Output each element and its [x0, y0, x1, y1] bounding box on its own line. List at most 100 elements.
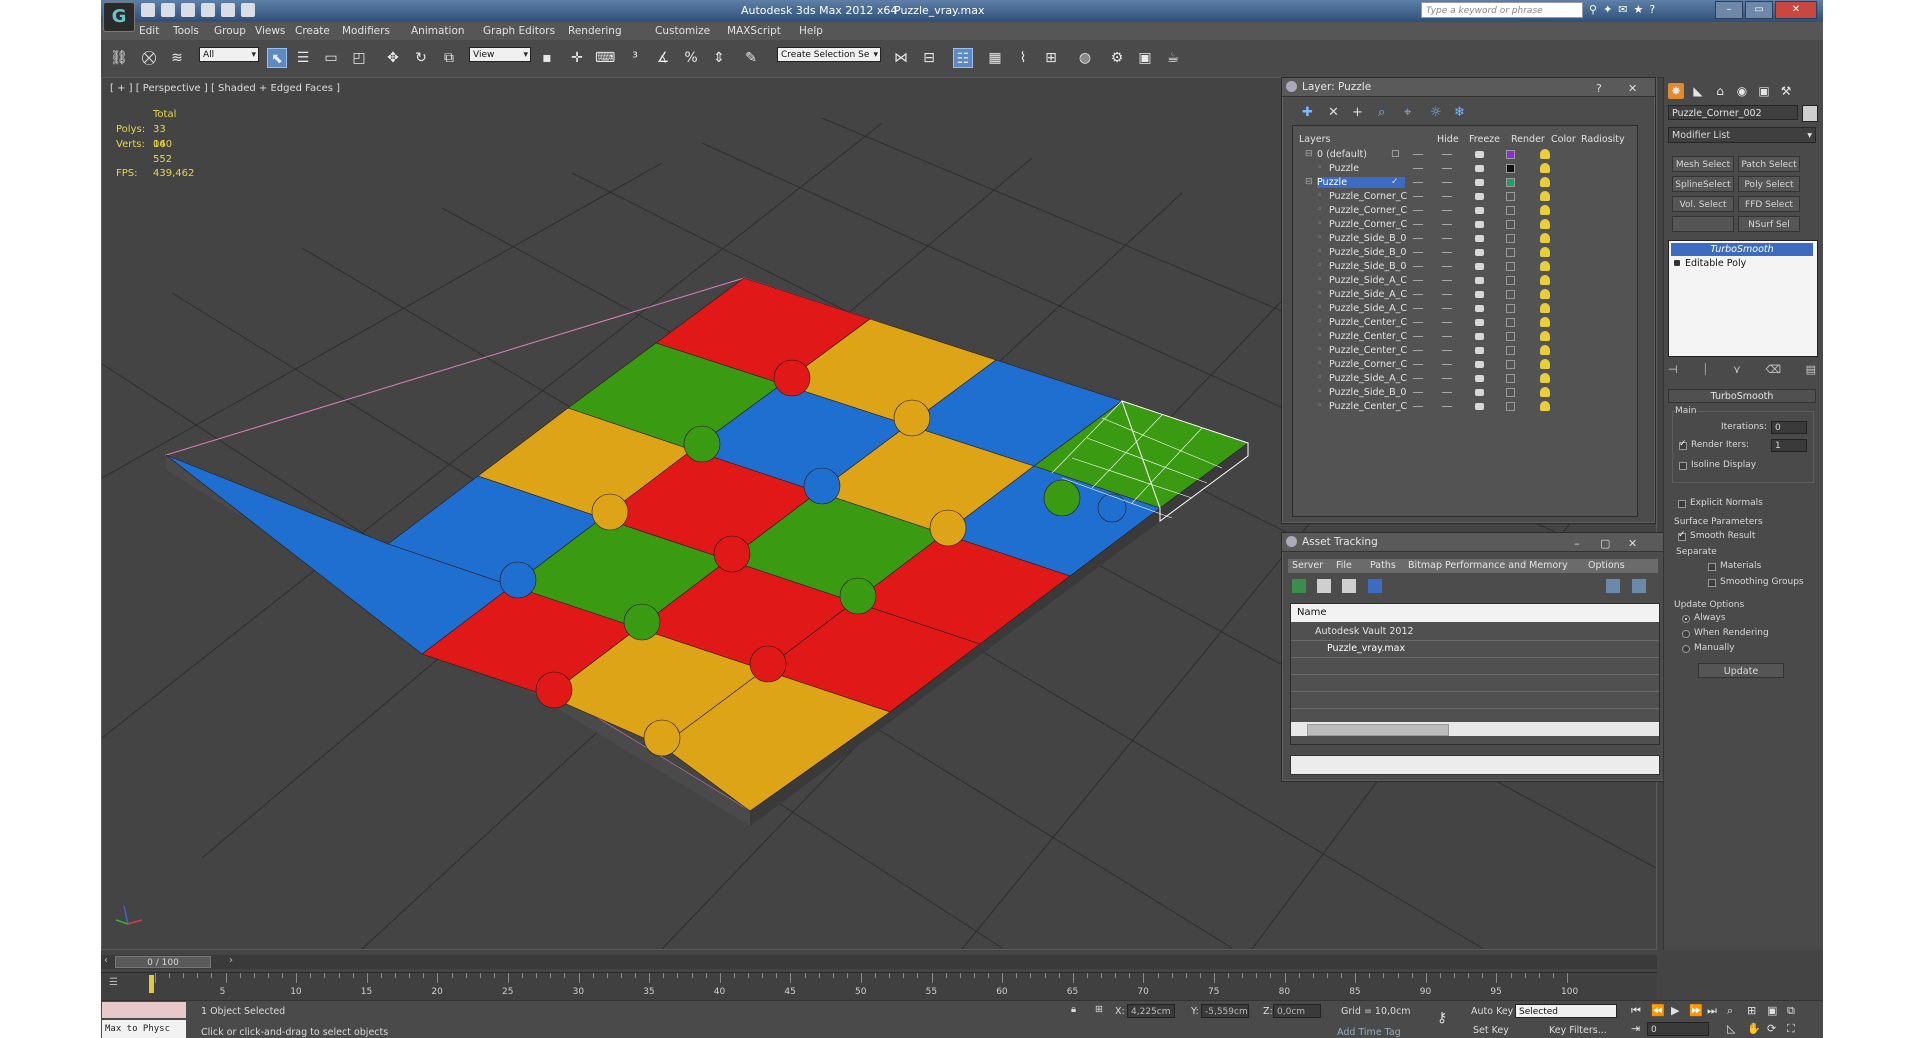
object-icon[interactable]: ◦	[1317, 345, 1322, 355]
help-icon[interactable]: ?	[1649, 3, 1655, 16]
play-icon[interactable]: ▶	[1671, 1004, 1679, 1017]
modify-tab-icon[interactable]: ◣	[1690, 83, 1706, 99]
layer-row[interactable]: Puzzle ⊟ ✓	[1293, 176, 1637, 190]
layer-row[interactable]: Puzzle_Side_B_0 ◦	[1293, 386, 1637, 400]
hide-toggle[interactable]	[1413, 308, 1423, 309]
render-teapot-icon[interactable]	[1475, 193, 1484, 200]
hide-toggle[interactable]	[1413, 252, 1423, 253]
freeze-toggle[interactable]	[1442, 154, 1452, 155]
curve-editor-icon[interactable]: ⌇	[1013, 48, 1033, 68]
menu-help[interactable]: Help	[799, 25, 823, 37]
layer-color-swatch[interactable]	[1506, 332, 1515, 341]
render-teapot-icon[interactable]	[1475, 235, 1484, 242]
layer-name[interactable]: Puzzle_Side_A_C	[1329, 289, 1417, 300]
maxscript-listener-top[interactable]	[102, 1002, 186, 1018]
pivot-center-icon[interactable]: ▪	[537, 48, 557, 68]
percent-snap-icon[interactable]: %	[681, 48, 701, 68]
scrollbar-thumb[interactable]	[1307, 724, 1449, 736]
layer-color-swatch[interactable]	[1506, 346, 1515, 355]
when-rendering-radio[interactable]	[1682, 630, 1690, 638]
layer-color-swatch[interactable]	[1506, 304, 1515, 313]
mirror-icon[interactable]: ⋈	[891, 48, 911, 68]
layer-name[interactable]: Puzzle_Side_B_0	[1329, 247, 1417, 258]
expand-icon[interactable]	[1674, 260, 1680, 266]
freeze-toggle[interactable]	[1442, 280, 1452, 281]
layer-name[interactable]: Puzzle_Center_C	[1329, 401, 1417, 412]
select-and-manipulate-icon[interactable]: ✛	[567, 48, 587, 68]
layer-help-icon[interactable]: ?	[1596, 80, 1602, 98]
col-radiosity[interactable]: Radiosity	[1581, 134, 1625, 145]
menu-group[interactable]: Group	[214, 25, 246, 37]
prev-frame-icon[interactable]: ‹	[104, 955, 108, 966]
asset-menu-options[interactable]: Options	[1588, 560, 1625, 571]
render-setup-icon[interactable]: ⚙	[1107, 48, 1127, 68]
rectangular-selection-icon[interactable]: ▭	[321, 48, 341, 68]
object-icon[interactable]: ◦	[1317, 191, 1322, 201]
z-coordinate-field[interactable]: 0,0cm	[1273, 1004, 1321, 1018]
hide-toggle[interactable]	[1413, 294, 1423, 295]
object-icon[interactable]: ◦	[1317, 233, 1322, 243]
radiosity-icon[interactable]	[1540, 219, 1550, 229]
zoom-extents-icon[interactable]: ▣	[1767, 1004, 1777, 1017]
freeze-toggle[interactable]	[1442, 308, 1452, 309]
freeze-toggle[interactable]	[1442, 238, 1452, 239]
layer-name[interactable]: Puzzle_Center_C	[1329, 317, 1417, 328]
freeze-toggle[interactable]	[1442, 196, 1452, 197]
vol-select-button[interactable]: Vol. Select	[1672, 196, 1734, 212]
render-teapot-icon[interactable]	[1475, 179, 1484, 186]
stack-item-turbosmooth[interactable]: TurboSmooth	[1671, 243, 1813, 256]
select-highlighted-icon[interactable]: ⌕	[1378, 105, 1385, 120]
layer-color-swatch[interactable]	[1506, 178, 1515, 187]
hide-toggle[interactable]	[1413, 196, 1423, 197]
nsurf-sel-button[interactable]: NSurf Sel	[1738, 216, 1800, 232]
patch-select-button[interactable]: Patch Select	[1738, 156, 1800, 172]
render-teapot-icon[interactable]	[1475, 291, 1484, 298]
render-teapot-icon[interactable]	[1475, 277, 1484, 284]
freeze-toggle[interactable]	[1442, 392, 1452, 393]
x-coordinate-field[interactable]: 4,225cm	[1127, 1004, 1175, 1018]
object-icon[interactable]: ◦	[1317, 275, 1322, 285]
motion-tab-icon[interactable]: ◉	[1734, 83, 1750, 99]
render-teapot-icon[interactable]	[1475, 333, 1484, 340]
layer-row[interactable]: Puzzle_Side_A_C ◦	[1293, 302, 1637, 316]
hide-toggle[interactable]	[1413, 266, 1423, 267]
radiosity-icon[interactable]	[1540, 401, 1550, 411]
menu-tools[interactable]: Tools	[173, 25, 199, 37]
radiosity-icon[interactable]	[1540, 289, 1550, 299]
layer-name[interactable]: Puzzle_Corner_C	[1329, 359, 1417, 370]
mesh-select-button[interactable]: Mesh Select	[1672, 156, 1734, 172]
key-filters-button[interactable]: Key Filters...	[1549, 1025, 1607, 1036]
render-teapot-icon[interactable]	[1475, 319, 1484, 326]
render-teapot-icon[interactable]	[1475, 361, 1484, 368]
asset-menu-file[interactable]: File	[1336, 560, 1352, 571]
select-object-icon[interactable]: ⬉	[267, 48, 287, 68]
zoom-extents-all-icon[interactable]: ⧉	[1787, 1004, 1795, 1018]
spinner-snap-icon[interactable]: ⇕	[709, 48, 729, 68]
layer-row[interactable]: Puzzle_Center_C ◦	[1293, 400, 1637, 414]
reference-coordinate-dropdown[interactable]: View	[469, 47, 531, 63]
open-file-icon[interactable]	[161, 3, 175, 17]
asset-horizontal-scrollbar[interactable]	[1291, 722, 1659, 736]
col-hide[interactable]: Hide	[1437, 134, 1459, 145]
time-slider-knob[interactable]: 0 / 100	[115, 956, 211, 968]
track-bar[interactable]: ☰ 5 10 15 20 25 30 35 40 45 50 55 60 65 70 75 80 85 90 95 1…	[101, 972, 1657, 1001]
layer-row[interactable]: Puzzle_Center_C ◦	[1293, 330, 1637, 344]
list-view-icon[interactable]	[1317, 579, 1332, 593]
radiosity-icon[interactable]	[1540, 359, 1550, 369]
vault-login-icon[interactable]	[1632, 579, 1646, 593]
radiosity-icon[interactable]	[1540, 275, 1550, 285]
move-icon[interactable]: ✥	[383, 48, 403, 68]
iterations-spinner[interactable]: 0	[1771, 421, 1807, 434]
object-icon[interactable]: ◦	[1317, 261, 1322, 271]
new-file-icon[interactable]	[141, 3, 155, 17]
rendered-frame-window-icon[interactable]: ▣	[1135, 48, 1155, 68]
menu-rendering[interactable]: Rendering	[568, 25, 622, 37]
current-frame-field[interactable]: 0	[1647, 1022, 1709, 1036]
stack-item-editable-poly[interactable]: Editable Poly	[1671, 257, 1813, 270]
layer-expand-icon[interactable]: ⊟	[1305, 149, 1313, 159]
render-teapot-icon[interactable]	[1475, 151, 1484, 158]
zoom-all-icon[interactable]: ⊞	[1747, 1004, 1756, 1017]
layer-color-swatch[interactable]	[1506, 374, 1515, 383]
layer-color-swatch[interactable]	[1506, 164, 1515, 173]
bind-space-warp-icon[interactable]: ≋	[167, 48, 187, 68]
